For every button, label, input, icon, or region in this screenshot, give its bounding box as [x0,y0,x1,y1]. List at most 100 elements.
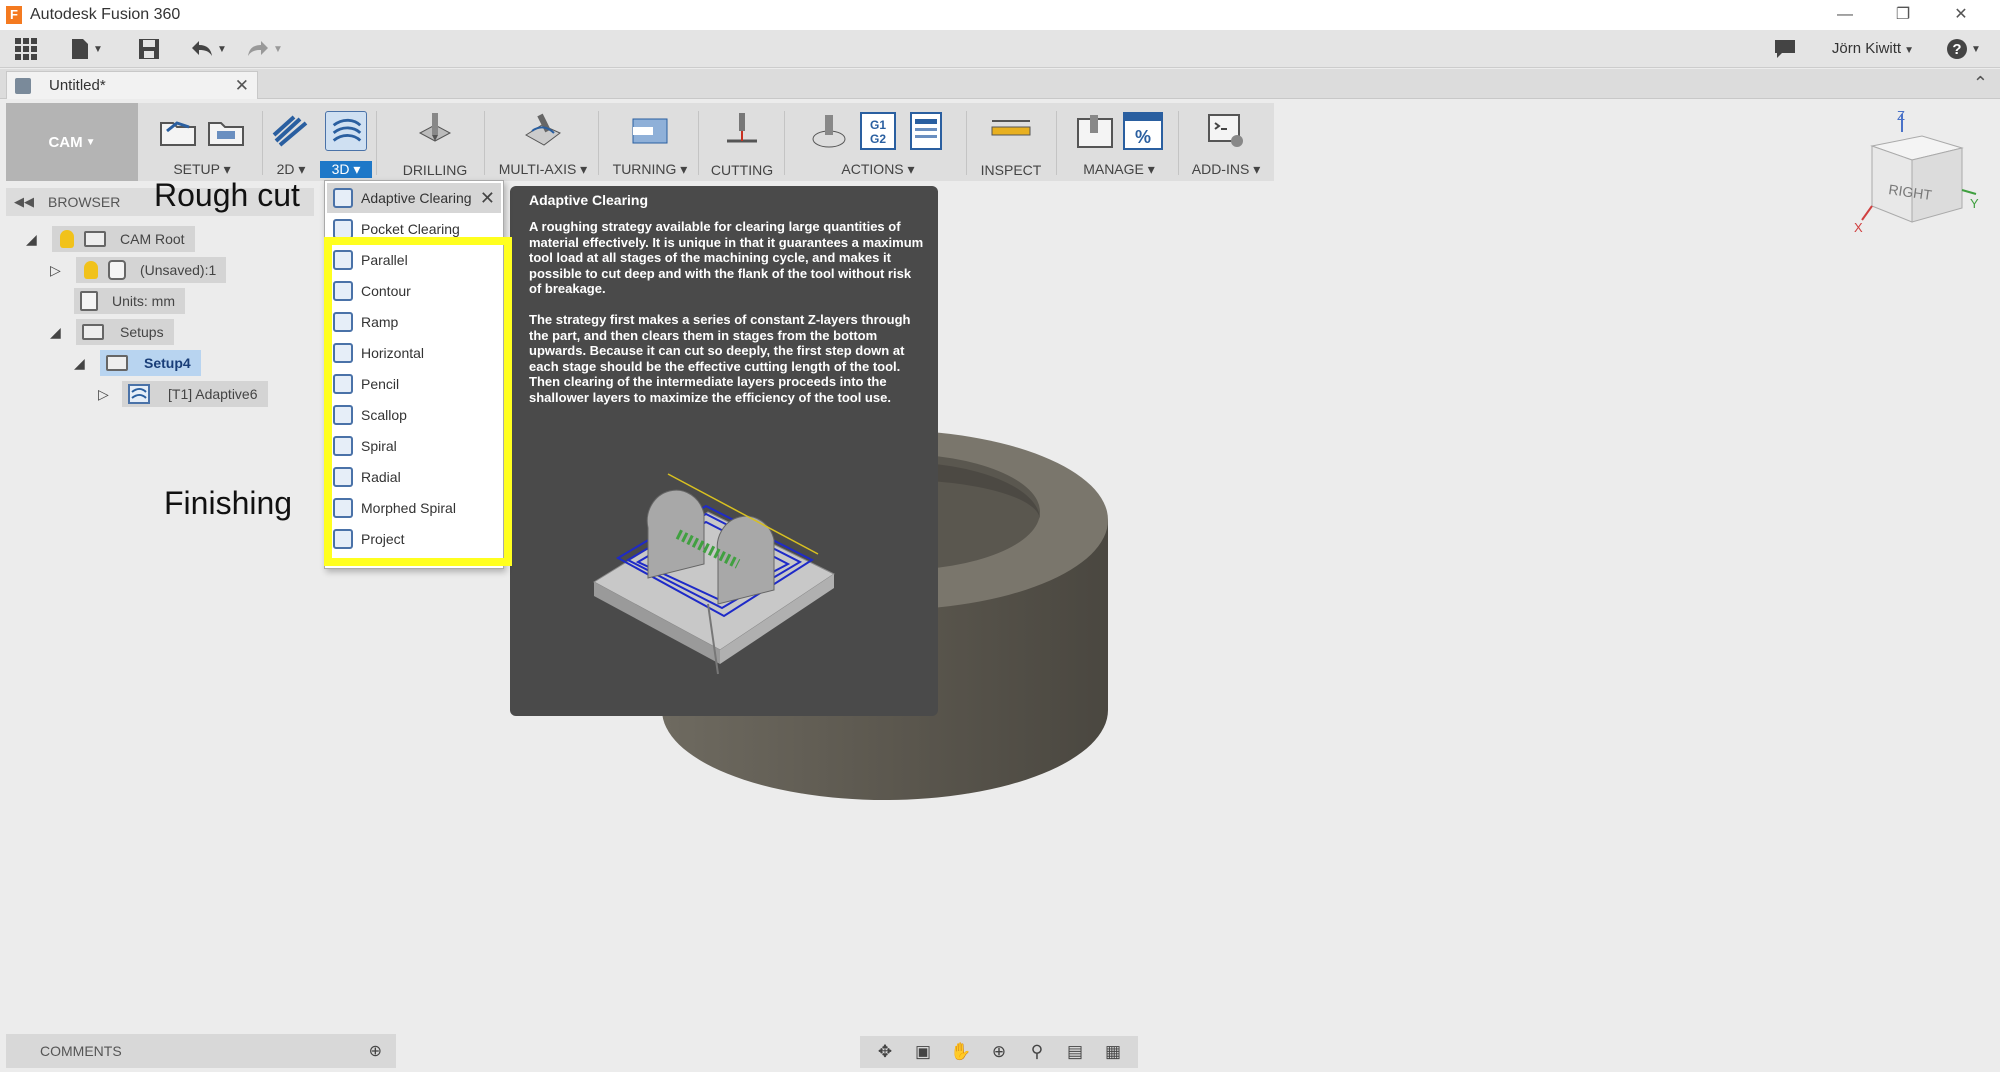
drilling-icon [418,113,452,142]
viewcube[interactable]: RIGHT Z Y X [1850,110,1980,240]
fit-icon[interactable]: ⚲ [1026,1042,1048,1062]
fusion-app-icon: F [6,6,22,24]
adaptive-clearing-tooltip: Adaptive Clearing A roughing strategy av… [510,186,938,716]
svg-text:Y: Y [1970,196,1979,211]
close-tab-icon[interactable]: ✕ [235,76,249,96]
finishing-highlight-box [324,237,512,566]
ribbon-group-cutting[interactable]: CUTTING [706,103,778,181]
tree-node-setup4[interactable]: ◢ Setup4 [74,350,201,376]
tree-node-label: [T1] Adaptive6 [168,386,258,402]
display-settings-icon[interactable]: ▤ [1064,1042,1086,1062]
undo-icon [192,41,212,56]
pan-icon[interactable]: ✋ [950,1042,972,1062]
save-icon [139,39,159,59]
visibility-bulb-icon[interactable] [60,230,74,248]
expand-triangle-icon[interactable]: ◢ [74,355,90,372]
ribbon-group-label: ADD-INS [1191,161,1250,177]
chevron-up-icon[interactable]: ⌃ [1973,73,1988,94]
turning-icon [632,118,668,144]
visibility-bulb-icon[interactable] [84,261,98,279]
add-comment-icon[interactable]: ⊕ [369,1041,382,1061]
tree-node-setups[interactable]: ◢ Setups [50,319,174,345]
workspace-label: CAM [48,133,83,151]
ribbon-group-inspect[interactable]: INSPECT [972,103,1050,181]
tool-library-icon [1077,115,1113,148]
comments-label: COMMENTS [40,1043,122,1059]
multi-axis-icon [525,113,561,146]
save-button[interactable] [138,36,160,62]
ribbon-group-label: DRILLING [402,162,468,178]
ribbon-group-label: INSPECT [980,162,1042,178]
svg-text:X: X [1854,220,1863,235]
svg-text:G2: G2 [870,132,886,146]
ribbon-group-3d[interactable]: 3D ▾ [320,103,372,181]
file-menu-button[interactable]: ▼ [70,36,103,62]
grid-settings-icon[interactable]: ▦ [1102,1042,1124,1062]
svg-text:%: % [1135,127,1151,147]
ribbon-group-multi-axis[interactable]: MULTI-AXIS ▾ [490,103,596,181]
tree-node-cam-root[interactable]: ◢ CAM Root [26,226,195,252]
expand-triangle-icon[interactable]: ◢ [50,324,66,341]
look-at-icon[interactable]: ▣ [912,1042,934,1062]
expand-triangle-icon[interactable]: ▷ [50,262,66,279]
collapse-browser-icon[interactable]: ◀◀ [14,194,34,210]
menu-item-adaptive-clearing[interactable]: Adaptive Clearing ✕ [327,183,501,213]
title-bar: F Autodesk Fusion 360 — ❐ ✕ [0,0,2000,30]
expand-triangle-icon[interactable]: ◢ [26,231,42,248]
navigation-toolbar: ✥ ▣ ✋ ⊕ ⚲ ▤ ▦ [860,1036,1138,1068]
ribbon-group-drilling[interactable]: DRILLING [390,103,480,181]
ribbon-group-turning[interactable]: TURNING ▾ [606,103,694,181]
orbit-icon[interactable]: ✥ [874,1042,896,1062]
ribbon-group-actions[interactable]: G1 G2 ACTIONS ▾ [796,103,960,181]
tree-node-adaptive6[interactable]: ▷ [T1] Adaptive6 [98,381,268,407]
ribbon-group-setup[interactable]: SETUP ▾ [146,103,258,181]
close-icon[interactable]: ✕ [480,188,495,209]
ribbon-group-label: MANAGE [1083,161,1144,177]
ribbon-group-2d[interactable]: 2D ▾ [266,103,316,181]
simulate-icon [812,115,846,148]
app-grid-icon[interactable] [14,36,38,62]
ribbon-group-label: MULTI-AXIS [498,161,577,177]
tree-node-unsaved[interactable]: ▷ (Unsaved):1 [50,257,227,283]
minimize-button[interactable]: — [1816,0,1874,30]
ribbon-group-label: SETUP [173,161,220,177]
svg-text:Z: Z [1897,110,1905,123]
zoom-icon[interactable]: ⊕ [988,1042,1010,1062]
adaptive-clearing-illustration [592,473,835,675]
file-icon [72,39,88,59]
measure-icon [991,120,1031,136]
user-name: Jörn Kiwitt [1831,40,1902,57]
comments-panel-icon[interactable] [1774,36,1796,62]
model-icon [108,260,126,280]
ribbon-group-label: ACTIONS [841,161,904,177]
svg-text:G1: G1 [870,118,886,132]
post-process-icon: G1G2 [860,112,896,150]
tooltip-title: Adaptive Clearing [529,192,649,208]
window-title: Autodesk Fusion 360 [30,6,181,23]
tree-node-units[interactable]: Units: mm [74,288,185,314]
document-icon [15,77,31,94]
2d-adaptive-icon [272,115,308,147]
user-menu[interactable]: Jörn Kiwitt ▼ [1832,40,1914,57]
document-tab-bar: Untitled* ✕ ⌃ [0,69,2000,99]
ribbon-group-manage[interactable]: % MANAGE ▾ [1064,103,1174,181]
cutting-icon [727,113,757,143]
close-window-button[interactable]: ✕ [1932,0,1990,30]
setups-folder-icon [82,324,104,340]
expand-triangle-icon[interactable]: ▷ [98,386,114,403]
ribbon-group-add-ins[interactable]: ADD-INS ▾ [1184,103,1268,181]
comments-panel[interactable]: COMMENTS ⊕ [6,1034,396,1068]
adaptive-operation-icon [128,384,150,404]
help-button[interactable]: ? ▼ [1946,36,1981,62]
restore-button[interactable]: ❐ [1874,0,1932,30]
workspace-switcher[interactable]: CAM ▼ [6,103,138,181]
3d-adaptive-clearing-icon [325,111,367,151]
undo-button[interactable]: ▼ [190,36,227,62]
tab-untitled[interactable]: Untitled* ✕ [6,71,258,99]
adaptive-clearing-icon [333,188,353,208]
help-icon: ? [1947,39,1967,59]
ribbon-toolbar: CAM ▼ SETUP ▾ 2D ▾ 3D ▾ DRILLING MULTI-AX… [6,103,1274,181]
setup-sheet-icon [208,122,244,146]
ribbon-group-label: 2D [276,161,295,177]
redo-button[interactable]: ▼ [246,36,283,62]
